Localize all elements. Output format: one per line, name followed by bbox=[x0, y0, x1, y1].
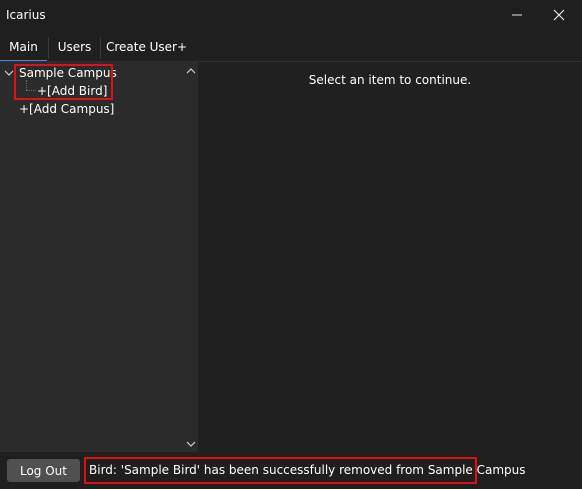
logout-button[interactable]: Log Out bbox=[7, 459, 80, 482]
scroll-up-button[interactable] bbox=[184, 64, 198, 78]
chevron-down-icon bbox=[186, 441, 196, 447]
tree-panel bbox=[0, 62, 198, 452]
tab-users[interactable]: Users bbox=[49, 32, 100, 62]
close-button[interactable] bbox=[536, 0, 582, 30]
tab-main[interactable]: Main bbox=[0, 32, 47, 62]
tab-bar: Main Users Create User+ bbox=[0, 32, 582, 62]
highlight-box bbox=[14, 64, 113, 100]
tree-item-add-campus[interactable]: +[Add Campus] bbox=[19, 102, 114, 116]
content-panel bbox=[198, 62, 582, 452]
scroll-down-button[interactable] bbox=[184, 437, 198, 451]
status-message: Bird: 'Sample Bird' has been successfull… bbox=[89, 463, 526, 477]
minimize-icon bbox=[512, 14, 522, 16]
chevron-up-icon bbox=[186, 68, 196, 74]
window-title: Icarius bbox=[6, 8, 46, 22]
title-bar: Icarius bbox=[0, 0, 582, 32]
close-icon bbox=[553, 9, 565, 21]
content-placeholder: Select an item to continue. bbox=[308, 73, 472, 87]
minimize-button[interactable] bbox=[494, 0, 540, 30]
tab-create-user[interactable]: Create User+ bbox=[101, 32, 192, 62]
